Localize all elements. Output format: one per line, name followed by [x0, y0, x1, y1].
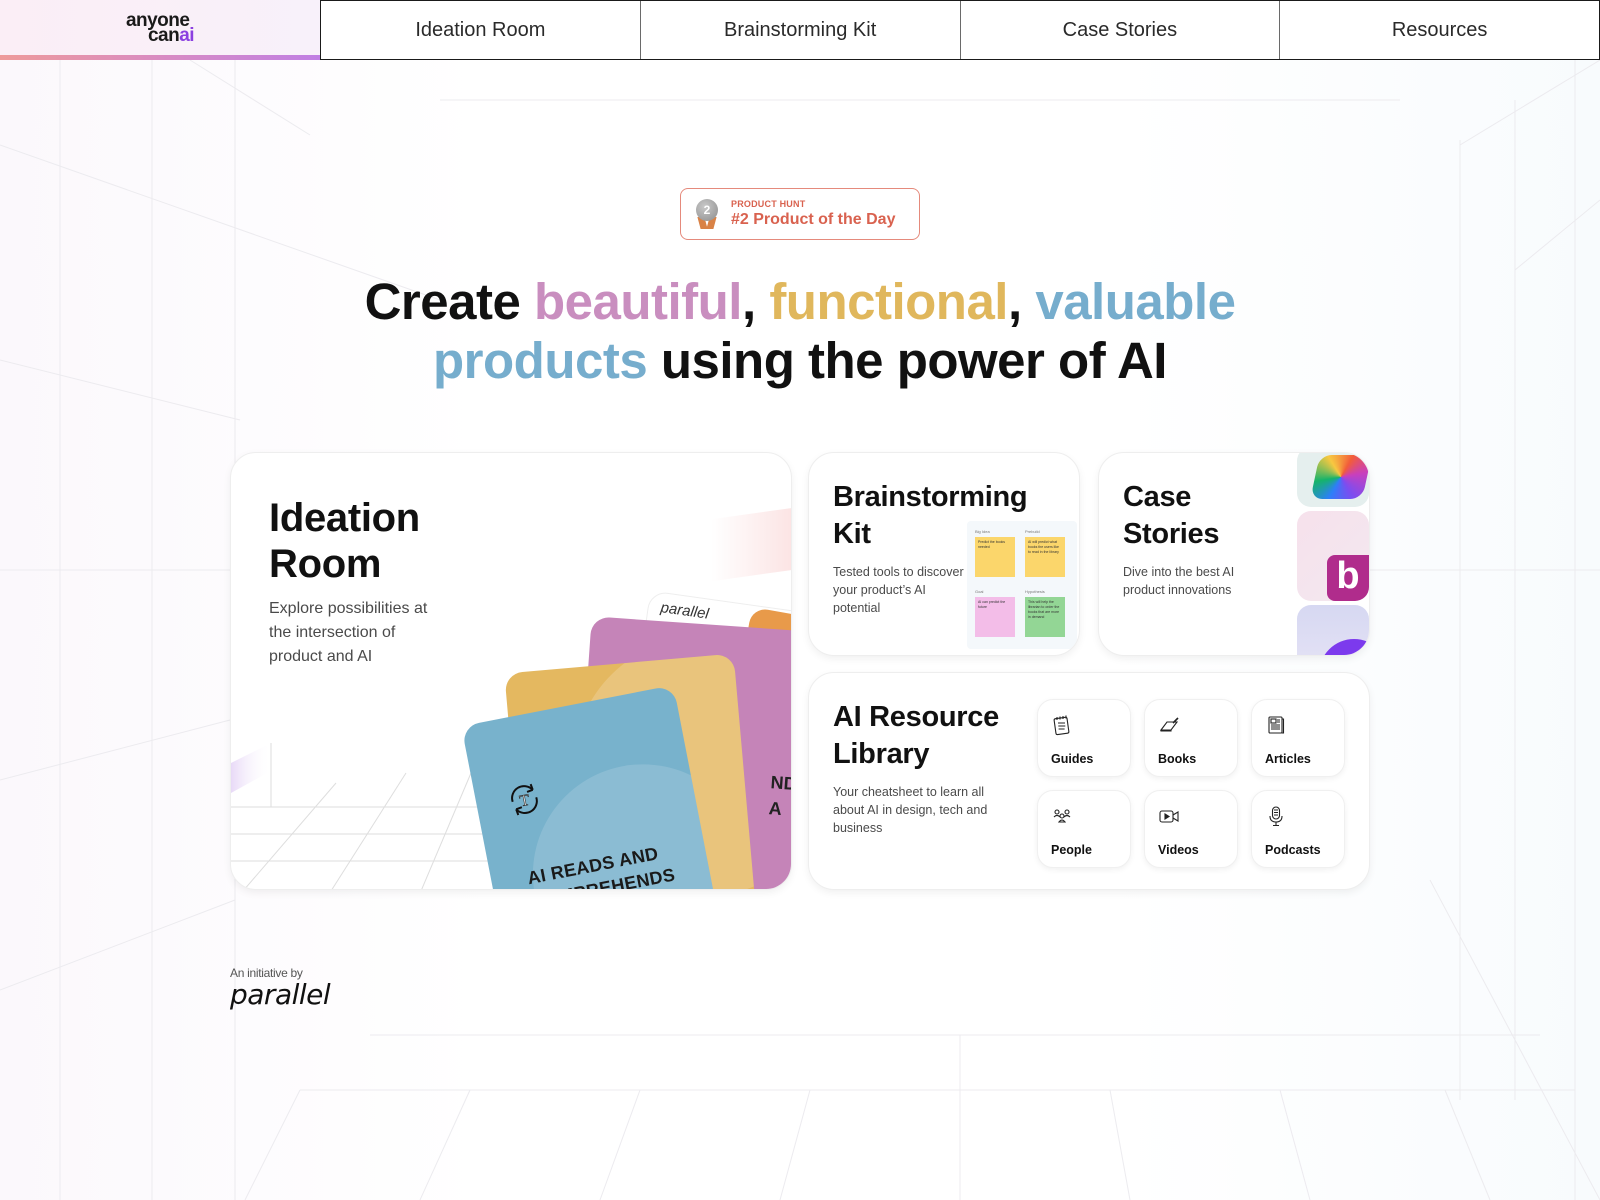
resource-articles[interactable]: Articles [1251, 699, 1345, 777]
sticky-note: AI will predict what books the users lik… [1025, 537, 1065, 577]
resource-books[interactable]: Books [1144, 699, 1238, 777]
logo-link[interactable]: anyone canai [0, 0, 320, 60]
medal-disc: 2 [696, 199, 718, 221]
svg-text:T: T [518, 792, 531, 811]
case-stories-title: Case Stories [1123, 479, 1220, 553]
copilot-logo-tile [1297, 453, 1369, 507]
resource-podcasts[interactable]: Podcasts [1251, 790, 1345, 868]
sticky-note: AI can predict the future [975, 597, 1015, 637]
ideation-room-title: Ideation Room [269, 495, 420, 587]
deck-card-brand: parallel [659, 599, 710, 623]
microphone-icon [1269, 806, 1283, 827]
card-deck-illustration: parallel ND A T AI READS AND COMPREHENDS [461, 590, 792, 889]
top-navigation: anyone canai Ideation Room Brainstorming… [0, 0, 1600, 60]
resource-people[interactable]: People [1037, 790, 1131, 868]
anyonecanai-logo: anyone canai [126, 11, 195, 46]
board-label: Prebuild [1025, 529, 1040, 534]
brain-title-line2: Kit [833, 518, 871, 550]
newspaper-icon [1268, 716, 1285, 734]
ideation-room-card[interactable]: Ideation Room Explore possibilities at th… [230, 452, 792, 890]
headline-sep1: , [741, 273, 770, 330]
resource-videos[interactable]: Videos [1144, 790, 1238, 868]
logo-accent: ai [179, 25, 195, 46]
video-icon [1159, 810, 1179, 823]
ai-resource-library-card[interactable]: AI Resource Library Your cheatsheet to le… [808, 672, 1370, 890]
book-icon [1159, 717, 1179, 732]
resource-label: Articles [1265, 752, 1311, 766]
initiative-credit: An initiative by parallel [230, 966, 331, 1010]
badge-title: #2 Product of the Day [731, 211, 896, 228]
brainstorming-kit-card[interactable]: Brainstorming Kit Tested tools to discove… [808, 452, 1080, 656]
ideation-title-line1: Ideation [269, 496, 420, 540]
board-label: Big Idea [975, 529, 990, 534]
b-logo-icon: b [1327, 555, 1369, 601]
product-hunt-badge[interactable]: 2 PRODUCT HUNT #2 Product of the Day [680, 188, 920, 240]
resource-label: People [1051, 843, 1092, 857]
nav-ideation-room[interactable]: Ideation Room [321, 1, 641, 59]
b-logo-tile: b [1297, 511, 1369, 601]
headline-word-beautiful: beautiful [533, 273, 743, 330]
medal-icon: 2 [695, 199, 719, 229]
pink-glow-decoration [711, 506, 791, 582]
logo-line2-prefix: can [147, 25, 180, 46]
badge-kicker: PRODUCT HUNT [731, 199, 806, 209]
text-cycle-icon: T [511, 783, 538, 816]
sticky-note: This will help the librarian to order th… [1025, 597, 1065, 637]
resource-label: Guides [1051, 752, 1094, 766]
headline-sep2: , [1007, 273, 1036, 330]
nav-resources[interactable]: Resources [1280, 1, 1599, 59]
copilot-logo-icon [1310, 455, 1369, 499]
board-label: Hypothesis [1025, 589, 1045, 594]
headline-word-functional: functional [769, 273, 1008, 330]
logo-line2: canai [126, 25, 195, 46]
sticky-notes-board: Big Idea Prebuild Goal Hypothesis Predic… [967, 521, 1077, 649]
headline-word-products: products [433, 332, 648, 389]
badge-text: PRODUCT HUNT #2 Product of the Day [731, 199, 895, 229]
lib-title-line2: Library [833, 738, 930, 770]
lib-title-line1: AI Resource [833, 701, 999, 733]
case-stories-description: Dive into the best AI product innovation… [1123, 565, 1235, 597]
purple-logo-icon [1319, 639, 1369, 655]
case-title-line2: Stories [1123, 518, 1220, 550]
hero-headline: Create beautiful, functional, valuable pr… [0, 272, 1600, 390]
brainstorming-kit-description: Tested tools to discover your product’s … [833, 565, 964, 615]
nav-brainstorming-kit[interactable]: Brainstorming Kit [641, 1, 961, 59]
headline-part2: using the power of AI [647, 332, 1168, 389]
nav-links: Ideation Room Brainstorming Kit Case Sto… [320, 0, 1600, 60]
notepad-icon [1053, 715, 1070, 736]
purple-logo-tile [1297, 605, 1369, 655]
resource-guides[interactable]: Guides [1037, 699, 1131, 777]
people-icon [1053, 809, 1071, 823]
resource-label: Videos [1158, 843, 1199, 857]
ideation-title-line2: Room [269, 542, 382, 586]
resource-label: Podcasts [1265, 843, 1321, 857]
resource-grid: Guides Books Articles People Videos Podc… [1037, 699, 1345, 868]
pink-text-line1: ND [769, 772, 792, 794]
ideation-room-description: Explore possibilities at the intersectio… [269, 600, 428, 665]
pink-text-line2: A [768, 798, 783, 819]
case-stories-card[interactable]: Case Stories Dive into the best AI produc… [1098, 452, 1370, 656]
case-title-line1: Case [1123, 481, 1192, 513]
library-title: AI Resource Library [833, 699, 999, 773]
deck-card-pink-text: ND A [768, 769, 792, 823]
parallel-logo-link[interactable]: parallel [230, 980, 331, 1010]
library-description: Your cheatsheet to learn all about AI in… [833, 785, 988, 835]
headline-part1: Create [364, 273, 534, 330]
brain-title-line1: Brainstorming [833, 481, 1028, 513]
sticky-note: Predict the books needed [975, 537, 1015, 577]
resource-label: Books [1158, 752, 1197, 766]
board-label: Goal [975, 589, 984, 594]
nav-case-stories[interactable]: Case Stories [961, 1, 1281, 59]
deck-card-front-text: AI READS AND COMPREHENDS [525, 839, 677, 889]
headline-word-valuable: valuable [1035, 273, 1236, 330]
